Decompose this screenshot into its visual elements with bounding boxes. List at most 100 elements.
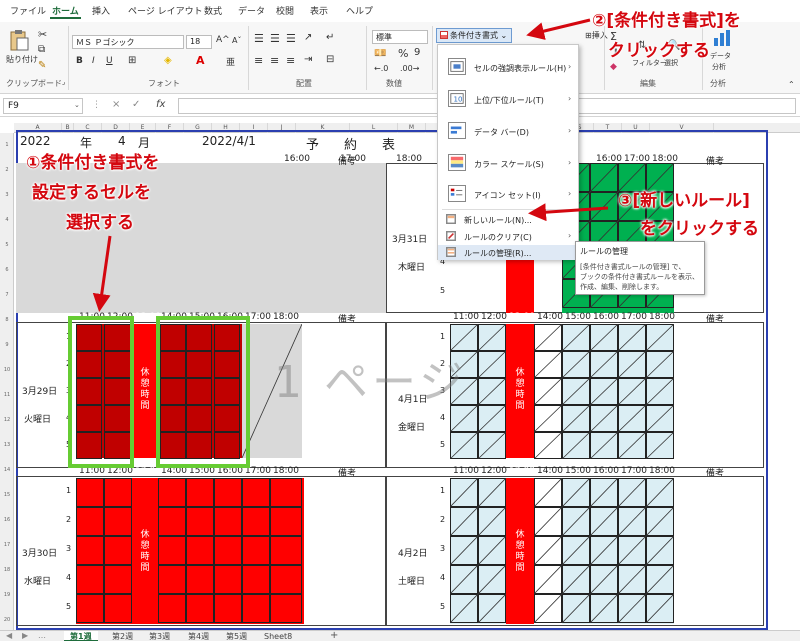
sheet-tab-week1[interactable]: 第1週 bbox=[64, 631, 98, 641]
menu-item-highlight-rules[interactable]: セルの強調表示ルール(H) › bbox=[438, 51, 578, 83]
row-header[interactable]: 3 bbox=[0, 183, 14, 208]
collapse-ribbon-icon[interactable]: ⌃ bbox=[788, 80, 795, 89]
clipboard-expand-icon[interactable]: ⌟ bbox=[62, 78, 65, 86]
menu-item-manage-rules[interactable]: ルールの管理(R)... bbox=[438, 245, 578, 260]
grid-cell[interactable] bbox=[242, 536, 270, 565]
grid-cell[interactable] bbox=[158, 507, 186, 536]
tab-help[interactable]: ヘルプ bbox=[346, 4, 373, 17]
sheet-tab-week5[interactable]: 第5週 bbox=[220, 631, 253, 641]
name-box[interactable]: F9 bbox=[3, 98, 83, 114]
menu-item-clear-rules[interactable]: ルールのクリア(C) › bbox=[438, 228, 578, 245]
grid-cell[interactable] bbox=[104, 565, 132, 594]
analyze-data-button[interactable]: データ bbox=[710, 51, 731, 61]
row-header[interactable]: 2 bbox=[0, 158, 14, 183]
clear-icon[interactable]: ◆ bbox=[610, 62, 617, 72]
wrap-text-icon[interactable]: ↵ bbox=[326, 32, 334, 43]
row-header[interactable]: 15 bbox=[0, 483, 14, 508]
align-left-icon[interactable]: ≡ bbox=[254, 54, 263, 67]
tab-formulas[interactable]: 数式 bbox=[204, 4, 222, 17]
align-center-icon[interactable]: ≡ bbox=[270, 54, 279, 67]
analyze-data-icon[interactable] bbox=[712, 28, 734, 48]
row-header[interactable]: 7 bbox=[0, 283, 14, 308]
grid-cell[interactable] bbox=[214, 507, 242, 536]
row-header[interactable]: 16 bbox=[0, 508, 14, 533]
grid-cell[interactable] bbox=[270, 507, 302, 536]
increase-decimal-icon[interactable]: ←.0 bbox=[374, 64, 388, 73]
row-header[interactable]: 19 bbox=[0, 583, 14, 608]
paste-icon[interactable] bbox=[8, 28, 30, 52]
grid-cell[interactable] bbox=[270, 594, 302, 623]
grid-cell[interactable] bbox=[76, 594, 104, 623]
tab-scroll-left-icon[interactable]: ◀ bbox=[6, 631, 12, 640]
conditional-formatting-button[interactable]: 条件付き書式 ⌄ bbox=[436, 28, 512, 43]
grow-font-icon[interactable]: A^ bbox=[216, 35, 230, 45]
underline-button[interactable]: U bbox=[106, 56, 113, 66]
font-size-select[interactable]: 18 bbox=[186, 35, 212, 49]
font-name-select[interactable]: ＭＳ Ｐゴシック bbox=[72, 35, 184, 49]
grid-cell[interactable] bbox=[76, 507, 104, 536]
tab-page-layout[interactable]: ページ レイアウト bbox=[128, 4, 203, 17]
row-header[interactable]: 6 bbox=[0, 258, 14, 283]
format-painter-icon[interactable]: ✎ bbox=[38, 60, 46, 71]
sheet-tab-sheet8[interactable]: Sheet8 bbox=[258, 631, 298, 641]
row-header[interactable]: 20 bbox=[0, 608, 14, 630]
grid-cell[interactable] bbox=[214, 565, 242, 594]
grid-cell[interactable] bbox=[76, 536, 104, 565]
grid-cell[interactable] bbox=[242, 594, 270, 623]
row-header[interactable]: 11 bbox=[0, 383, 14, 408]
border-icon[interactable]: ⊞ bbox=[128, 55, 136, 66]
enter-icon[interactable]: ✓ bbox=[132, 99, 140, 110]
grid-cell[interactable] bbox=[104, 536, 132, 565]
sheet-tab-week2[interactable]: 第2週 bbox=[106, 631, 139, 641]
number-format-select[interactable]: 標準 bbox=[372, 30, 428, 44]
tab-view[interactable]: 表示 bbox=[310, 4, 328, 17]
orientation-icon[interactable]: ↗ bbox=[304, 32, 312, 43]
grid-cell[interactable] bbox=[158, 536, 186, 565]
row-header[interactable]: 17 bbox=[0, 533, 14, 558]
grid-cell[interactable] bbox=[158, 478, 186, 507]
tab-insert[interactable]: 挿入 bbox=[92, 4, 110, 17]
tab-review[interactable]: 校閲 bbox=[276, 4, 294, 17]
italic-button[interactable]: I bbox=[92, 56, 95, 66]
cancel-icon[interactable]: × bbox=[112, 99, 120, 110]
indent-icon[interactable]: ⇥ bbox=[304, 54, 312, 65]
grid-cell[interactable] bbox=[158, 565, 186, 594]
phonetic-icon[interactable]: 亜 bbox=[226, 55, 235, 68]
paste-button[interactable]: 貼り付け bbox=[6, 54, 38, 65]
grid-cell[interactable] bbox=[186, 594, 214, 623]
add-sheet-button[interactable]: + bbox=[330, 630, 338, 641]
grid-cell[interactable] bbox=[214, 478, 242, 507]
comma-icon[interactable]: 9 bbox=[414, 47, 420, 58]
row-header[interactable]: 12 bbox=[0, 408, 14, 433]
grid-cell[interactable] bbox=[76, 565, 104, 594]
row-header[interactable]: 18 bbox=[0, 558, 14, 583]
merge-icon[interactable]: ⊟ bbox=[326, 54, 334, 65]
tab-data[interactable]: データ bbox=[238, 4, 265, 17]
shrink-font-icon[interactable]: Aˇ bbox=[232, 36, 241, 45]
copy-icon[interactable]: ⧉ bbox=[38, 44, 45, 55]
tab-file[interactable]: ファイル bbox=[10, 4, 46, 17]
decrease-decimal-icon[interactable]: .00→ bbox=[400, 64, 419, 73]
grid-cell[interactable] bbox=[214, 536, 242, 565]
align-bottom-icon[interactable]: ☰ bbox=[286, 32, 296, 45]
bold-button[interactable]: B bbox=[76, 56, 83, 66]
grid-cell[interactable] bbox=[186, 565, 214, 594]
grid-cell[interactable] bbox=[242, 507, 270, 536]
row-header[interactable]: 8 bbox=[0, 308, 14, 333]
tab-scroll-right-icon[interactable]: ▶ bbox=[22, 631, 28, 640]
align-right-icon[interactable]: ≡ bbox=[286, 54, 295, 67]
menu-item-new-rule[interactable]: 新しいルール(N)... bbox=[438, 211, 578, 228]
grid-cell[interactable] bbox=[186, 536, 214, 565]
row-header[interactable]: 13 bbox=[0, 433, 14, 458]
name-box-dropdown-icon[interactable]: ⌄ bbox=[74, 101, 80, 109]
insert-function-icon[interactable]: fx bbox=[156, 99, 165, 110]
row-header[interactable]: 9 bbox=[0, 333, 14, 358]
currency-icon[interactable]: 💴 bbox=[374, 48, 386, 59]
align-top-icon[interactable]: ☰ bbox=[254, 32, 264, 45]
percent-button[interactable]: % bbox=[398, 47, 408, 60]
row-header[interactable]: 1 bbox=[0, 133, 14, 158]
sheet-tab-week4[interactable]: 第4週 bbox=[182, 631, 215, 641]
grid-cell[interactable] bbox=[186, 478, 214, 507]
grid-cell[interactable] bbox=[158, 594, 186, 623]
grid-cell[interactable] bbox=[270, 478, 302, 507]
